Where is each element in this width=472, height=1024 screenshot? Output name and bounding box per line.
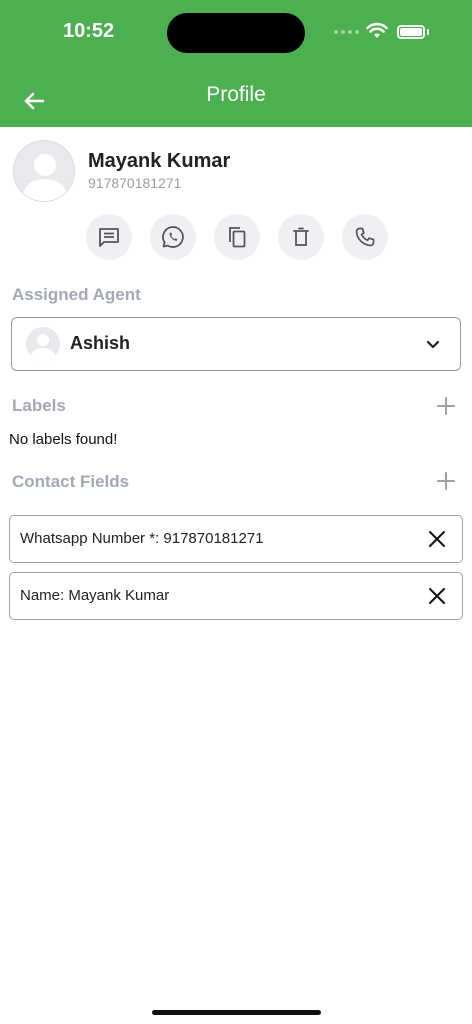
delete-icon	[293, 227, 309, 246]
contact-field-text: Name: Mayank Kumar	[20, 587, 170, 604]
wifi-icon	[366, 22, 388, 38]
assigned-agent-label: Assigned Agent	[12, 285, 141, 304]
no-labels-text: No labels found!	[9, 431, 118, 448]
contact-phone: 917870181271	[88, 175, 182, 191]
close-icon[interactable]	[427, 586, 447, 606]
labels-heading: Labels	[12, 396, 66, 415]
contact-field-text: Whatsapp Number *: 917870181271	[20, 530, 264, 547]
delete-button[interactable]	[278, 214, 324, 260]
copy-button[interactable]	[214, 214, 260, 260]
agent-name: Ashish	[70, 333, 131, 353]
assigned-agent-dropdown[interactable]: Ashish	[11, 317, 461, 371]
contact-actions	[86, 214, 388, 260]
add-label-icon[interactable]	[436, 396, 456, 416]
agent-avatar	[26, 327, 60, 361]
contact-name: Mayank Kumar	[88, 150, 231, 172]
person-icon	[30, 334, 56, 361]
person-icon	[22, 154, 68, 201]
page-title: Profile	[206, 83, 266, 106]
signal-icon	[334, 30, 359, 34]
copy-icon	[229, 227, 246, 248]
contact-field-name[interactable]: Name: Mayank Kumar	[9, 572, 463, 620]
whatsapp-button[interactable]	[150, 214, 196, 260]
add-contact-field-icon[interactable]	[436, 471, 456, 491]
close-icon[interactable]	[427, 529, 447, 549]
home-indicator[interactable]	[152, 1010, 321, 1015]
status-time: 10:52	[63, 20, 115, 42]
battery-cap	[427, 29, 429, 35]
message-button[interactable]	[86, 214, 132, 260]
battery-icon	[397, 25, 425, 39]
phone-icon	[355, 227, 375, 247]
contact-fields-heading: Contact Fields	[12, 472, 130, 491]
contact-avatar	[13, 140, 75, 202]
dynamic-island	[167, 13, 305, 53]
chevron-down-icon	[426, 340, 440, 349]
whatsapp-icon	[162, 226, 184, 248]
message-icon	[99, 228, 119, 247]
app-header: 10:52 Profile	[0, 0, 472, 127]
call-button[interactable]	[342, 214, 388, 260]
contact-field-whatsapp[interactable]: Whatsapp Number *: 917870181271	[9, 515, 463, 563]
